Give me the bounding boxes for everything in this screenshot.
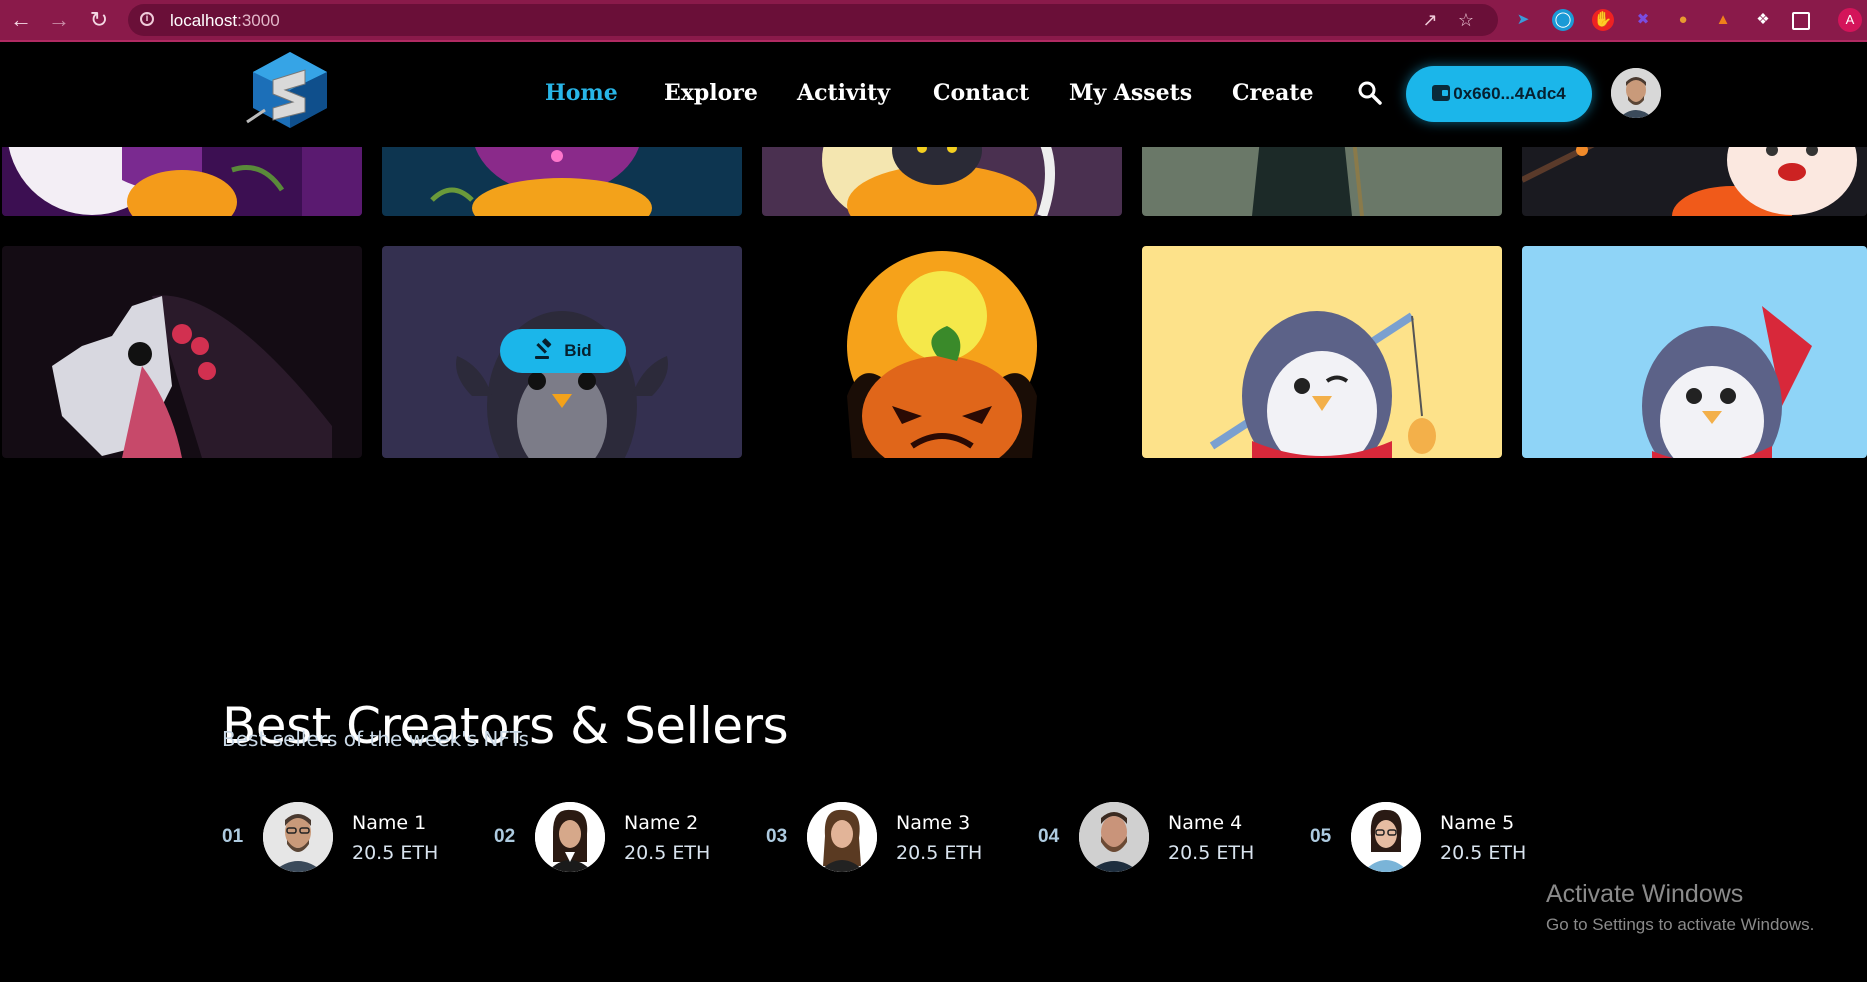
nav-create[interactable]: Create — [1232, 80, 1314, 106]
back-arrow-icon[interactable]: ← — [8, 7, 34, 33]
wallet-icon — [1432, 85, 1451, 101]
nft-card[interactable] — [2, 246, 362, 458]
site-logo[interactable] — [245, 50, 335, 130]
creator-amount: 20.5 ETH — [1440, 842, 1527, 864]
creator-amount: 20.5 ETH — [896, 842, 983, 864]
watermark-subtitle: Go to Settings to activate Windows. — [1546, 915, 1815, 934]
address-bar[interactable]: i localhost:3000 ↗ ☆ — [128, 4, 1498, 36]
creator-rank: 04 — [1038, 826, 1060, 847]
creator-rank: 01 — [222, 826, 244, 847]
nft-card[interactable] — [1142, 246, 1502, 458]
nav-explore[interactable]: Explore — [664, 80, 758, 106]
section-subtitle: Best sellers of the week's NFTs — [222, 727, 529, 751]
search-icon[interactable] — [1356, 79, 1384, 107]
site-info-icon[interactable]: i — [140, 12, 154, 26]
creator-rank: 03 — [766, 826, 788, 847]
address-url: localhost:3000 — [170, 11, 280, 30]
ring-extension-icon[interactable]: ◯ — [1552, 9, 1574, 31]
reload-icon[interactable]: ↻ — [86, 7, 112, 33]
puzzle-extensions-icon[interactable]: ❖ — [1752, 9, 1774, 31]
watermark-title: Activate Windows — [1546, 880, 1744, 908]
bookmark-star-icon[interactable]: ☆ — [1454, 8, 1478, 32]
share-icon[interactable]: ↗ — [1418, 8, 1442, 32]
creator-amount: 20.5 ETH — [1168, 842, 1255, 864]
wallet-address: 0x660...4Adc4 — [1453, 84, 1566, 103]
creator-name: Name 3 — [896, 812, 971, 834]
creator-name: Name 1 — [352, 812, 427, 834]
browser-profile-avatar[interactable]: A — [1838, 8, 1862, 32]
activate-windows-watermark: Activate Windows Go to Settings to activ… — [1546, 880, 1814, 935]
nft-card[interactable] — [762, 246, 1122, 458]
bid-button[interactable]: Bid — [500, 329, 626, 373]
telegram-extension-icon[interactable]: ➤ — [1512, 9, 1534, 31]
x-extension-icon[interactable]: ✖ — [1632, 9, 1654, 31]
creator-rank: 02 — [494, 826, 516, 847]
wallet-button[interactable]: 0x660...4Adc4 — [1406, 66, 1592, 122]
creator-avatar — [807, 802, 877, 872]
site-header: Home Explore Activity Contact My Assets … — [0, 44, 1867, 147]
creator-amount: 20.5 ETH — [624, 842, 711, 864]
nft-card[interactable] — [1522, 246, 1867, 458]
forward-arrow-icon[interactable]: → — [46, 7, 72, 33]
creator-name: Name 2 — [624, 812, 699, 834]
creator-name: Name 4 — [1168, 812, 1243, 834]
nav-home[interactable]: Home — [545, 80, 618, 106]
creator-amount: 20.5 ETH — [352, 842, 439, 864]
hand-extension-icon[interactable]: ✋ — [1592, 9, 1614, 31]
user-avatar[interactable] — [1611, 68, 1661, 118]
creator-avatar — [535, 802, 605, 872]
badge-extension-icon[interactable]: ● — [1672, 9, 1694, 31]
gavel-icon — [535, 338, 552, 359]
nav-contact[interactable]: Contact — [933, 80, 1029, 106]
creator-avatar — [1351, 802, 1421, 872]
nav-activity[interactable]: Activity — [797, 80, 890, 106]
creator-rank: 05 — [1310, 826, 1332, 847]
browser-toolbar: ← → ↻ i localhost:3000 ↗ ☆ ➤ ◯ ✋ ✖ ● ▲ ❖… — [0, 0, 1867, 42]
sidebar-panel-icon[interactable] — [1792, 12, 1810, 30]
creator-name: Name 5 — [1440, 812, 1515, 834]
creator-avatar — [1079, 802, 1149, 872]
creator-avatar — [263, 802, 333, 872]
nav-my-assets[interactable]: My Assets — [1069, 80, 1192, 106]
metamask-fox-icon[interactable]: ▲ — [1712, 9, 1734, 31]
